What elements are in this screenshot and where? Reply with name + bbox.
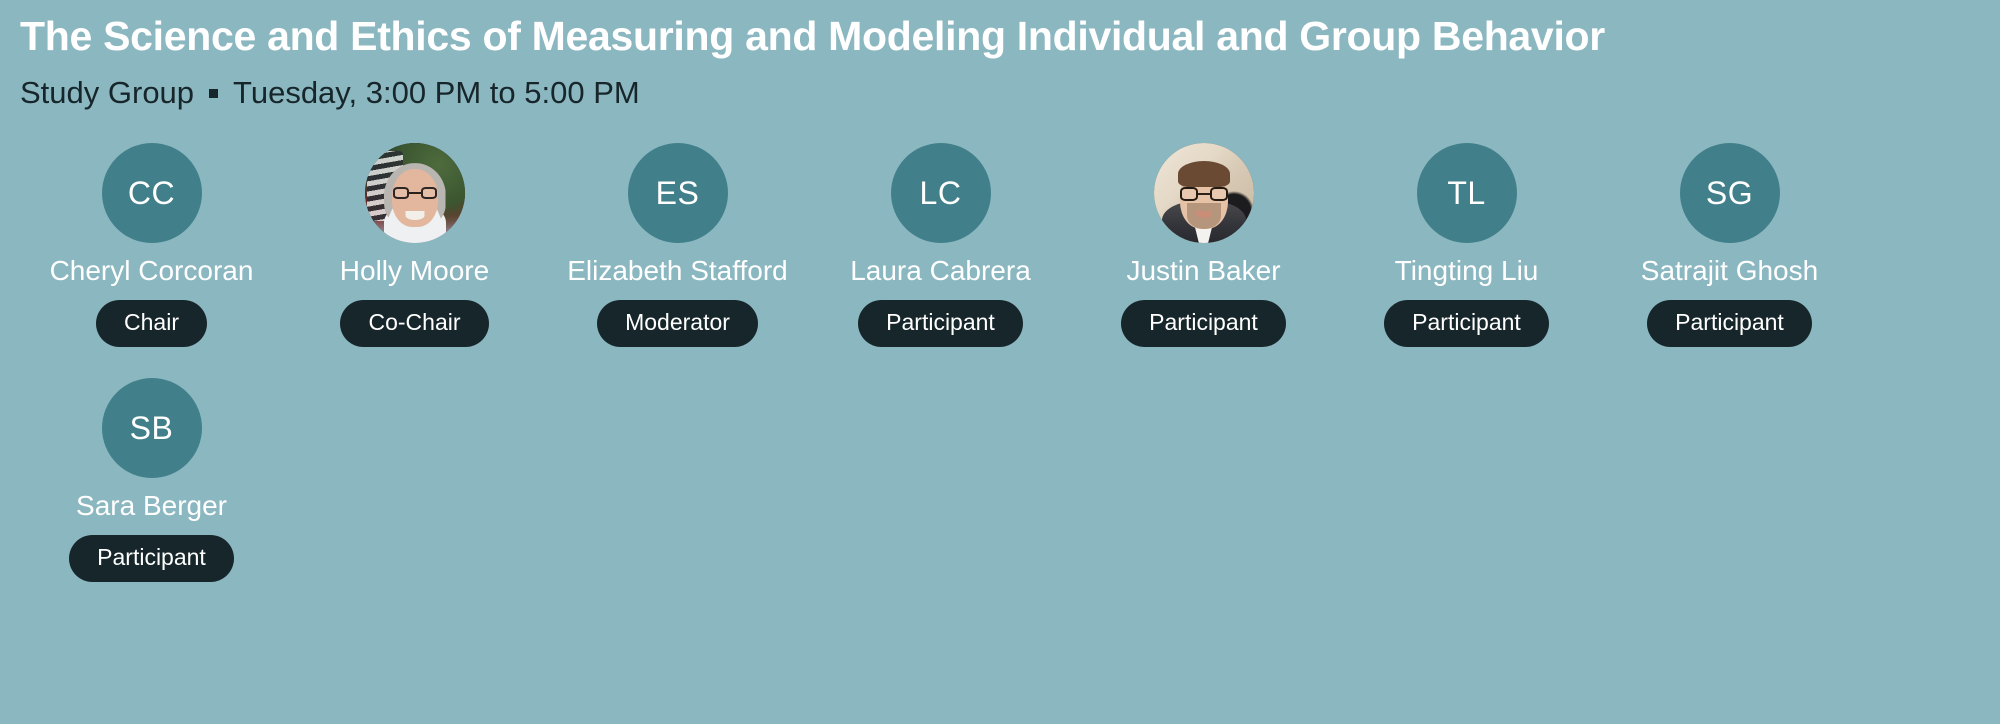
portrait-hair: [1177, 161, 1230, 188]
participant-name: Tingting Liu: [1394, 255, 1539, 287]
participant-name: Justin Baker: [1126, 255, 1281, 287]
session-type-label: Study Group: [20, 74, 195, 110]
participant-name: Sara Berger: [76, 490, 227, 522]
session-time-label: Tuesday, 3:00 PM to 5:00 PM: [233, 74, 640, 110]
participant-card[interactable]: SG Satrajit Ghosh Participant: [1598, 143, 1861, 348]
bullet-separator-icon: [209, 89, 219, 98]
avatar-initials[interactable]: SG: [1679, 143, 1780, 244]
role-badge: Co-Chair: [340, 300, 489, 348]
role-badge: Participant: [1384, 300, 1549, 348]
avatar-photo[interactable]: HM: [364, 143, 465, 244]
participant-name: Holly Moore: [339, 255, 490, 287]
role-badge: Participant: [858, 300, 1023, 348]
avatar-initials[interactable]: TL: [1416, 143, 1517, 244]
avatar-initials-text: SG: [1705, 174, 1754, 211]
avatar-initials-text: CC: [127, 174, 176, 211]
participant-card[interactable]: HM Holly Moore Co-Chair: [283, 143, 546, 348]
participant-name: Satrajit Ghosh: [1640, 255, 1819, 287]
portrait-mouth: [405, 211, 424, 221]
participant-name: Laura Cabrera: [850, 255, 1031, 287]
avatar-initials-text: LC: [919, 174, 962, 211]
role-badge: Participant: [69, 535, 234, 583]
participant-name: Elizabeth Stafford: [567, 255, 788, 287]
portrait-glasses: [392, 187, 437, 200]
portrait-mouth: [1195, 211, 1212, 219]
participant-card[interactable]: TL Tingting Liu Participant: [1335, 143, 1598, 348]
page-title: The Science and Ethics of Measuring and …: [20, 13, 1605, 59]
session-panel: The Science and Ethics of Measuring and …: [0, 0, 2000, 724]
avatar-initials[interactable]: CC: [101, 143, 202, 244]
avatar-initials[interactable]: LC: [890, 143, 991, 244]
role-badge: Chair: [96, 300, 207, 348]
participant-card[interactable]: JB Justin Baker Participant: [1072, 143, 1335, 348]
avatar-initials[interactable]: ES: [627, 143, 728, 244]
avatar-initials[interactable]: SB: [101, 378, 202, 479]
avatar-initials-text: SB: [129, 409, 174, 446]
participant-card[interactable]: CC Cheryl Corcoran Chair: [20, 143, 283, 348]
role-badge: Participant: [1121, 300, 1286, 348]
avatar-initials-text: ES: [655, 174, 700, 211]
portrait-face: [383, 163, 446, 239]
role-badge: Moderator: [597, 300, 758, 348]
portrait-face: [1173, 157, 1235, 239]
avatar-initials-text: TL: [1447, 174, 1486, 211]
session-meta: Study Group Tuesday, 3:00 PM to 5:00 PM: [20, 74, 1980, 111]
participant-name: Cheryl Corcoran: [49, 255, 254, 287]
session-header: The Science and Ethics of Measuring and …: [20, 0, 1980, 111]
avatar-photo[interactable]: JB: [1153, 143, 1254, 244]
participant-card[interactable]: ES Elizabeth Stafford Moderator: [546, 143, 809, 348]
participant-card[interactable]: SB Sara Berger Participant: [20, 378, 283, 583]
portrait-glasses: [1179, 187, 1228, 202]
participant-grid: CC Cheryl Corcoran Chair HM Holly Moore Co-Ch…: [20, 143, 1980, 613]
participant-card[interactable]: LC Laura Cabrera Participant: [809, 143, 1072, 348]
role-badge: Participant: [1647, 300, 1812, 348]
